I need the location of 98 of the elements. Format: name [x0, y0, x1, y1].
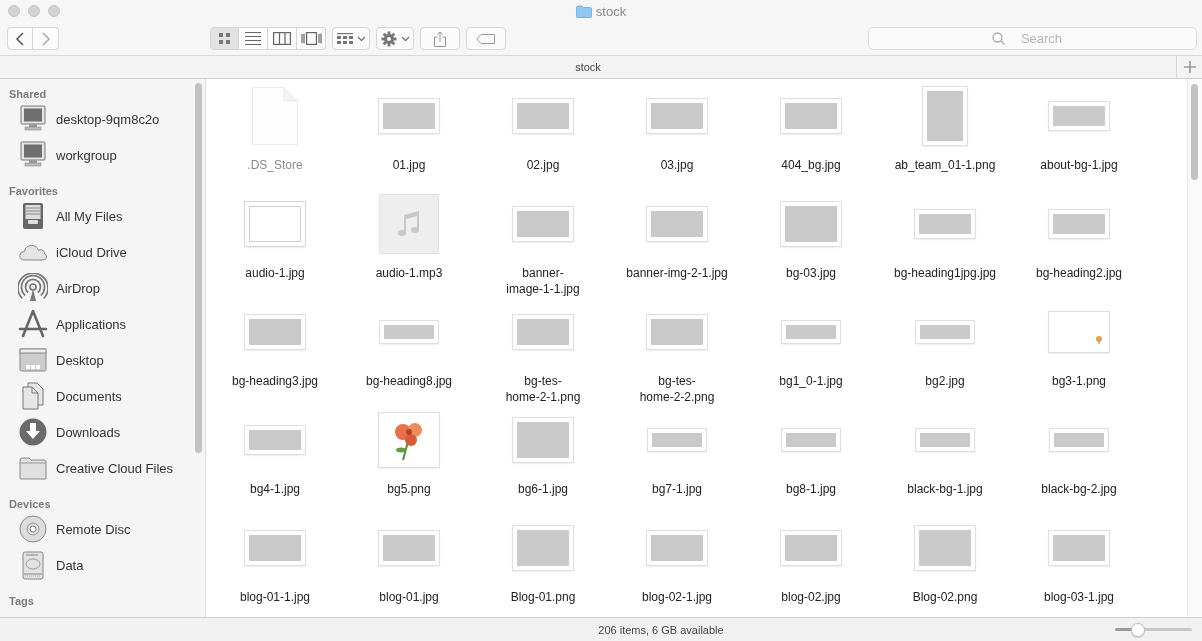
slider-thumb[interactable]: [1131, 622, 1146, 637]
file-name[interactable]: .DS_Store: [247, 157, 303, 173]
search-field[interactable]: Search: [868, 27, 1197, 50]
file-name[interactable]: ab_team_01-1.png: [894, 157, 996, 173]
file-name[interactable]: bg-tes- home-2-2.png: [639, 373, 715, 405]
music-note-icon: [398, 211, 420, 237]
file-name[interactable]: 03.jpg: [660, 157, 694, 173]
plus-icon: [1183, 61, 1196, 73]
file-name[interactable]: bg-heading2.jpg: [1035, 265, 1123, 281]
file-name[interactable]: 02.jpg: [526, 157, 560, 173]
file-name[interactable]: blog-02.jpg: [781, 589, 841, 605]
file-name[interactable]: bg-tes- home-2-1.png: [505, 373, 581, 405]
section-heading: Devices: [9, 497, 51, 511]
tag-button[interactable]: [466, 27, 506, 50]
sidebar-item[interactable]: iCloud Drive: [0, 234, 127, 270]
view-mode-button[interactable]: [210, 27, 239, 50]
file-name[interactable]: Blog-01.png: [510, 589, 576, 605]
section-heading: Tags: [9, 594, 34, 608]
file-name[interactable]: bg2.jpg: [925, 373, 965, 389]
chevron-right-icon: [40, 31, 51, 46]
sidebar-item[interactable]: Creative Cloud Files: [0, 450, 174, 486]
zoom-button[interactable]: [48, 5, 60, 17]
computer-icon: [18, 104, 48, 134]
file-name[interactable]: blog-03-1.jpg: [1043, 589, 1115, 605]
chevron-left-icon: [15, 31, 25, 46]
cover-flow-icon: [300, 32, 322, 45]
file-name[interactable]: banner-img-2-1.jpg: [626, 265, 728, 281]
view-mode-button[interactable]: [239, 27, 268, 50]
caret-icon: [356, 35, 366, 42]
view-mode-button[interactable]: [268, 27, 297, 50]
file-name[interactable]: blog-01.jpg: [379, 589, 439, 605]
file-name[interactable]: audio-1.jpg: [245, 265, 305, 281]
settings-icon: [380, 30, 397, 47]
computer-icon: [18, 140, 48, 170]
file-name[interactable]: banner- image-1-1.jpg: [506, 265, 580, 297]
file-name[interactable]: blog-02-1.jpg: [641, 589, 713, 605]
arrange-button[interactable]: [332, 27, 370, 50]
file-name[interactable]: Blog-02.png: [912, 589, 978, 605]
forward-button[interactable]: [33, 27, 59, 50]
file-name[interactable]: bg4-1.jpg: [249, 481, 300, 497]
file-name[interactable]: blog-01-1.jpg: [239, 589, 311, 605]
file-name[interactable]: bg6-1.jpg: [517, 481, 568, 497]
tab[interactable]: stock: [0, 56, 1176, 78]
sidebar-item[interactable]: All My Files: [0, 198, 123, 234]
scrollbar-thumb[interactable]: [1191, 84, 1198, 180]
download-icon: [18, 417, 48, 447]
file-name[interactable]: bg-heading3.jpg: [231, 373, 319, 389]
file-name[interactable]: bg5.png: [387, 481, 431, 497]
flower-icon: [1095, 335, 1103, 344]
minimize-button[interactable]: [28, 5, 40, 17]
scrollbar-thumb[interactable]: [195, 83, 202, 453]
window-title: stock: [595, 3, 627, 19]
grid-icon: [218, 32, 231, 45]
back-button[interactable]: [7, 27, 33, 50]
folder-icon: [575, 4, 592, 18]
file-name[interactable]: audio-1.mp3: [375, 265, 443, 281]
file-name[interactable]: bg1_0-1.jpg: [779, 373, 843, 389]
file-name[interactable]: black-bg-2.jpg: [1041, 481, 1117, 497]
file-name[interactable]: bg-03.jpg: [785, 265, 836, 281]
file-name[interactable]: 404_bg.jpg: [781, 157, 841, 173]
sidebar-item[interactable]: AirDrop: [0, 270, 101, 306]
caret-icon: [400, 35, 410, 42]
share-button[interactable]: [420, 27, 460, 50]
action-button[interactable]: [376, 27, 414, 50]
desktop-icon: [18, 345, 48, 375]
sidebar-item[interactable]: Desktop: [0, 342, 104, 378]
icon-size-slider[interactable]: [1115, 622, 1192, 637]
section-heading: Favorites: [9, 184, 58, 198]
sidebar-item[interactable]: Downloads: [0, 414, 121, 450]
status-text: 206 items, 6 GB available: [597, 623, 725, 636]
file-name[interactable]: black-bg-1.jpg: [907, 481, 983, 497]
file-name[interactable]: bg3-1.png: [1051, 373, 1106, 389]
file-name[interactable]: bg-heading1jpg.jpg: [893, 265, 997, 281]
file-name[interactable]: about-bg-1.jpg: [1040, 157, 1118, 173]
section-heading: Shared: [9, 87, 47, 101]
tag-icon: [476, 33, 496, 44]
flower-thumbnail[interactable]: [379, 413, 439, 467]
share-icon: [434, 30, 446, 47]
sidebar-item[interactable]: desktop-9qm8c2o: [0, 101, 160, 137]
sidebar-item[interactable]: Documents: [0, 378, 122, 414]
close-button[interactable]: [8, 5, 20, 17]
search-icon: [992, 32, 1005, 45]
applications-icon: [18, 309, 48, 339]
file-name[interactable]: bg-heading8.jpg: [365, 373, 453, 389]
sidebar-item[interactable]: Remote Disc: [0, 511, 131, 547]
sidebar-item[interactable]: workgroup: [0, 137, 117, 173]
audio-file-icon[interactable]: [379, 194, 439, 254]
sidebar-item[interactable]: Applications: [0, 306, 127, 342]
file-name[interactable]: bg7-1.jpg: [651, 481, 702, 497]
file-name[interactable]: 01.jpg: [392, 157, 426, 173]
sidebar-item[interactable]: Data: [0, 547, 84, 583]
view-mode-button[interactable]: [297, 27, 326, 50]
airdrop-icon: [18, 273, 48, 303]
columns-icon: [273, 32, 291, 45]
file-name[interactable]: bg8-1.jpg: [785, 481, 836, 497]
disc-icon: [18, 514, 48, 544]
arrange-grid-icon: [336, 32, 353, 45]
list-icon: [245, 31, 261, 46]
